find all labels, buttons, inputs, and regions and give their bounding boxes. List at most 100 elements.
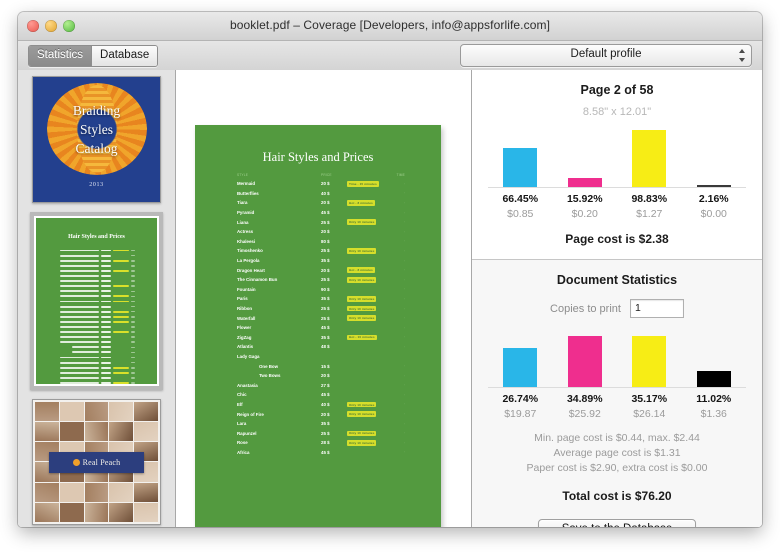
page-preview-area[interactable]: Hair Styles and Prices STYLE PRICE TIME …: [176, 70, 472, 527]
row-style-name: One Bow: [259, 363, 279, 369]
tab-statistics[interactable]: Statistics: [29, 46, 92, 66]
page-thumbnail-sidebar[interactable]: Braiding Styles Catalog 2013 Hair Styles…: [18, 70, 176, 527]
photo-cell: [84, 482, 109, 502]
row-price: 25 $: [321, 248, 330, 254]
coverage-cost: $26.14: [633, 408, 666, 420]
row-badge: Only 10 minutes: [347, 401, 377, 408]
chart-label-yellow: 35.17% $26.14: [617, 393, 682, 420]
profile-select[interactable]: Default profile: [460, 44, 752, 67]
page-statistics-section: Page 2 of 58 8.58" x 12.01" 66.45% $0.85 1…: [472, 70, 762, 260]
row-time: ·: [403, 431, 405, 436]
doc-chart-axis: [488, 387, 746, 388]
chart-label-cyan: 26.74% $19.87: [488, 393, 553, 420]
row-badge: Only 10 minutes: [347, 296, 377, 302]
row-time: ·: [403, 450, 405, 455]
toolbar: Statistics Database Default profile: [18, 41, 762, 71]
copies-to-print-label: Copies to print: [550, 302, 621, 315]
row-price: 20 $: [321, 200, 330, 206]
save-to-database-button[interactable]: Save to the Database: [538, 519, 696, 527]
row-price: 25 $: [321, 219, 330, 225]
preview-page-title: Hair Styles and Prices: [262, 150, 374, 164]
row-style-name: Africa: [237, 449, 250, 455]
doc-chart-labels: 26.74% $19.87 34.89% $25.92 35.17% $26.14 11.0…: [488, 388, 746, 420]
row-price: 20 $: [321, 181, 330, 187]
row-time: ·: [403, 392, 405, 397]
table-row: Rose 28 $ Only 10 minutes ·: [237, 438, 405, 448]
thumbnail-row: [60, 380, 135, 384]
row-price: 35 $: [321, 258, 330, 264]
row-price: 25 $: [321, 430, 330, 436]
row-price: 20 $: [321, 411, 330, 417]
screen: booklet.pdf – Coverage [Developers, info…: [0, 0, 780, 557]
table-row: Atlantis 48 $ ·: [237, 342, 405, 352]
table-row: Chic 45 $ ·: [237, 390, 405, 400]
copies-to-print-row: Copies to print: [472, 287, 762, 318]
row-price: 20 $: [321, 229, 330, 235]
row-style-name: Tiara: [237, 200, 248, 206]
thumbnail-page-2[interactable]: Hair Styles and Prices: [30, 212, 163, 390]
coverage-percent: 2.16%: [698, 193, 729, 205]
document-coverage-chart: [488, 326, 746, 388]
row-badge: Hot - 8 minutes: [347, 200, 375, 206]
table-row: Two Bows 20 $ ·: [237, 371, 405, 381]
photo-cell: [35, 422, 59, 442]
col-header-style: STYLE: [237, 173, 249, 177]
content-area: Braiding Styles Catalog 2013 Hair Styles…: [18, 70, 762, 527]
coverage-percent: 15.92%: [566, 193, 603, 205]
table-row: Paris 35 $ Only 10 minutes ·: [237, 294, 405, 304]
row-time: ·: [403, 325, 405, 330]
tab-database[interactable]: Database: [91, 46, 158, 66]
bar-magenta: [567, 178, 602, 187]
row-time: ·: [403, 181, 405, 186]
title-bar: booklet.pdf – Coverage [Developers, info…: [18, 12, 762, 41]
peach-logo-icon: [72, 459, 80, 466]
note-paper-cost: Paper cost is $2.90, extra cost is $0.00: [526, 462, 708, 474]
row-badge: Hot - 10 minutes: [347, 334, 377, 341]
save-button-wrap: Save to the Database: [472, 503, 762, 527]
row-price: 35 $: [321, 334, 330, 340]
table-row: Actress 20 $ ·: [237, 227, 405, 237]
photo-cell: [134, 402, 158, 422]
photo-cell: [84, 402, 109, 422]
view-tab-group[interactable]: Statistics Database: [28, 45, 159, 67]
thumbnail-page-2-rows: [60, 248, 135, 384]
cover-title-line-1: Braiding: [72, 103, 121, 118]
cover-title: Braiding Styles Catalog: [33, 101, 160, 158]
row-style-name: Anastasia: [237, 382, 258, 388]
table-row: Ribbon 25 $ Only 10 minutes ·: [237, 304, 405, 314]
row-time: ·: [403, 191, 405, 196]
row-style-name: Waterfall: [237, 315, 256, 321]
photo-cell: [59, 402, 84, 422]
chevron-updown-icon: [737, 49, 746, 62]
copies-to-print-input[interactable]: [629, 299, 684, 318]
row-price: 35 $: [321, 296, 330, 302]
thumbnail-page-3[interactable]: Real Peach: [32, 399, 161, 525]
thumbnail-page-2-title: Hair Styles and Prices: [68, 234, 125, 240]
table-row: One Bow 15 $ ·: [237, 361, 405, 371]
coverage-percent: 35.17%: [631, 393, 668, 405]
cover-year: 2013: [89, 182, 104, 188]
real-peach-label: Real Peach: [82, 458, 121, 467]
row-style-name: Mermaid: [237, 181, 256, 187]
statistics-panel: Page 2 of 58 8.58" x 12.01" 66.45% $0.85 1…: [472, 70, 762, 527]
cover-title-line-2: Styles: [79, 122, 113, 137]
table-row: Rapunzel 25 $ Only 10 minutes ·: [237, 428, 405, 438]
row-style-name: Lady Gaga: [237, 353, 260, 359]
table-row: Butterflies 40 $ ·: [237, 189, 405, 199]
table-row: Fountain 90 $ ·: [237, 285, 405, 295]
thumbnail-page-1[interactable]: Braiding Styles Catalog 2013: [32, 76, 161, 203]
row-price: 45 $: [321, 449, 330, 455]
photo-cell: [109, 402, 134, 422]
row-time: ·: [403, 440, 405, 445]
row-badge: Time - 15 minutes: [347, 181, 379, 187]
page-coverage-chart: [488, 126, 746, 188]
app-window: booklet.pdf – Coverage [Developers, info…: [18, 12, 762, 527]
coverage-percent: 11.02%: [696, 393, 732, 405]
bar-cell-black: [682, 326, 747, 387]
bar-cyan: [503, 348, 538, 387]
table-row: The Cinnamon Bun 25 $ Only 10 minutes ·: [237, 275, 405, 285]
row-time: ·: [403, 344, 405, 349]
page-chart-labels: 66.45% $0.85 15.92% $0.20 98.83% $1.27 2.16% $0…: [488, 188, 746, 220]
photo-cell: [109, 482, 134, 502]
chart-label-black: 2.16% $0.00: [682, 193, 747, 220]
